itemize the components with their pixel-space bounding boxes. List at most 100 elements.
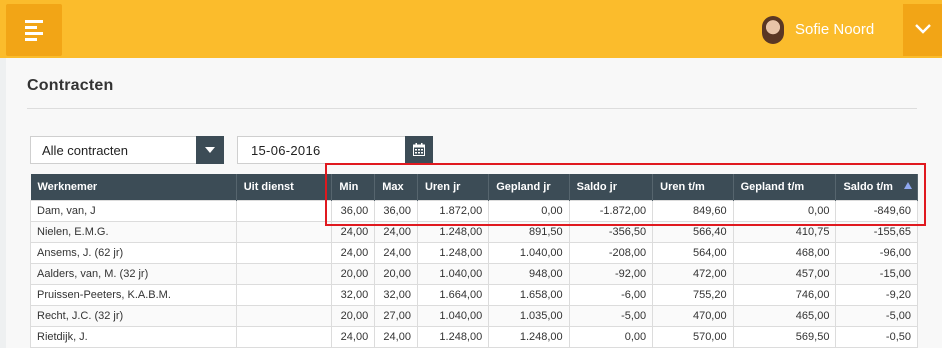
table-cell: 32,00 [331, 284, 376, 306]
table-row[interactable]: Ansems, J. (62 jr) 24,00 24,00 1.248,00 1.04… [30, 242, 918, 264]
table-cell: 1.035,00 [488, 305, 570, 327]
contract-filter-value: Alle contracten [42, 143, 128, 158]
table-cell: 849,60 [652, 200, 734, 222]
column-header-saldo-tm[interactable]: Saldo t/m [835, 174, 918, 201]
avatar [762, 16, 784, 44]
user-menu-toggle[interactable] [903, 4, 942, 56]
column-header-saldo-jr[interactable]: Saldo jr [569, 174, 654, 201]
table-cell: 1.248,00 [416, 242, 490, 264]
table-cell: -5,00 [835, 305, 918, 327]
table-cell: -15,00 [835, 263, 918, 285]
select-dropdown-button[interactable] [196, 136, 224, 164]
table-cell: 564,00 [652, 242, 734, 264]
table-cell: -849,60 [835, 200, 918, 222]
table-cell: 27,00 [374, 305, 418, 327]
table-cell: -356,50 [568, 221, 654, 243]
table-cell: 891,50 [488, 221, 570, 243]
contract-filter-select[interactable]: Alle contracten [30, 136, 224, 164]
table-cell [235, 242, 333, 264]
table-cell: -96,00 [835, 242, 918, 264]
table-row[interactable]: Dam, van, J 36,00 36,00 1.872,00 0,00 -1.872,… [30, 200, 918, 222]
column-header-gepland-tm[interactable]: Gepland t/m [733, 174, 837, 201]
table-cell: -6,00 [568, 284, 654, 306]
caret-down-icon [205, 147, 215, 153]
table-cell: 457,00 [732, 263, 837, 285]
table-cell: Nielen, E.M.G. [30, 221, 237, 243]
table-row[interactable]: Nielen, E.M.G. 24,00 24,00 1.248,00 891,50 -3… [30, 221, 918, 243]
table-cell: 0,00 [488, 200, 570, 222]
table-row[interactable]: Aalders, van, M. (32 jr) 20,00 20,00 1.040,… [30, 263, 918, 285]
table-cell: 24,00 [331, 242, 376, 264]
table-cell: 472,00 [652, 263, 734, 285]
table-cell: 24,00 [331, 326, 376, 348]
date-field[interactable]: 15-06-2016 [237, 136, 433, 164]
table-cell: 1.248,00 [416, 326, 490, 348]
date-picker-button[interactable] [405, 136, 433, 164]
table-cell: 20,00 [331, 263, 376, 285]
table-cell [235, 221, 333, 243]
table-cell: 470,00 [652, 305, 734, 327]
table-cell: 1.658,00 [488, 284, 570, 306]
table-cell: 465,00 [732, 305, 837, 327]
table-cell: 1.040,00 [416, 263, 490, 285]
table-cell: 0,00 [568, 326, 654, 348]
table-cell: 24,00 [374, 242, 418, 264]
table-cell: -5,00 [568, 305, 654, 327]
table-cell: 32,00 [374, 284, 418, 306]
table-cell [235, 326, 333, 348]
table-cell: Recht, J.C. (32 jr) [30, 305, 237, 327]
table-cell: -0,50 [835, 326, 918, 348]
table-cell: 1.872,00 [416, 200, 490, 222]
sort-ascending-icon [904, 182, 912, 189]
column-header-saldo-tm-label: Saldo t/m [843, 181, 893, 193]
contracts-table: Werknemer Uit dienst Min Max Uren jr Gep… [30, 174, 918, 348]
table-body: Dam, van, J 36,00 36,00 1.872,00 0,00 -1.872,… [30, 200, 918, 348]
table-cell: Aalders, van, M. (32 jr) [30, 263, 237, 285]
table-cell: Rietdijk, J. [30, 326, 237, 348]
table-cell: 1.040,00 [488, 242, 570, 264]
table-row[interactable]: Recht, J.C. (32 jr) 20,00 27,00 1.040,00 1.0… [30, 305, 918, 327]
table-row[interactable]: Pruissen-Peeters, K.A.B.M. 32,00 32,00 1.66… [30, 284, 918, 306]
date-value: 15-06-2016 [251, 143, 321, 158]
table-cell: -208,00 [568, 242, 654, 264]
menu-button[interactable] [6, 4, 62, 56]
table-cell: Pruissen-Peeters, K.A.B.M. [30, 284, 237, 306]
table-cell: -9,20 [835, 284, 918, 306]
table-cell: 0,00 [732, 200, 837, 222]
divider [27, 108, 917, 109]
page-title: Contracten [27, 77, 114, 94]
table-cell: Ansems, J. (62 jr) [30, 242, 237, 264]
table-cell: 20,00 [331, 305, 376, 327]
table-cell: 1.040,00 [416, 305, 490, 327]
top-bar: Sofie Noord [0, 0, 942, 58]
table-cell: 1.248,00 [488, 326, 570, 348]
table-cell: 755,20 [652, 284, 734, 306]
chevron-down-icon [915, 24, 931, 34]
hamburger-menu-icon [25, 20, 43, 44]
table-cell: 1.664,00 [416, 284, 490, 306]
table-cell: -155,65 [835, 221, 918, 243]
table-cell: 569,50 [732, 326, 837, 348]
column-header-werknemer[interactable]: Werknemer [30, 174, 237, 201]
user-name: Sofie Noord [795, 21, 875, 38]
table-cell: 36,00 [374, 200, 418, 222]
table-cell [235, 200, 333, 222]
table-cell [235, 263, 333, 285]
table-cell: -1.872,00 [568, 200, 654, 222]
column-header-uren-tm[interactable]: Uren t/m [652, 174, 734, 201]
column-header-min[interactable]: Min [331, 174, 376, 201]
table-cell: 746,00 [732, 284, 837, 306]
table-cell: 24,00 [374, 326, 418, 348]
table-header-row: Werknemer Uit dienst Min Max Uren jr Gep… [30, 174, 918, 201]
table-cell: 36,00 [331, 200, 376, 222]
column-header-uit-dienst[interactable]: Uit dienst [236, 174, 333, 201]
table-cell: 410,75 [732, 221, 837, 243]
column-header-gepland-jr[interactable]: Gepland jr [488, 174, 570, 201]
table-cell: 20,00 [374, 263, 418, 285]
table-cell [235, 284, 333, 306]
table-cell: 570,00 [652, 326, 734, 348]
column-header-uren-jr[interactable]: Uren jr [417, 174, 490, 201]
table-cell: Dam, van, J [30, 200, 237, 222]
table-row[interactable]: Rietdijk, J. 24,00 24,00 1.248,00 1.248,00 0,… [30, 326, 918, 348]
column-header-max[interactable]: Max [374, 174, 418, 201]
